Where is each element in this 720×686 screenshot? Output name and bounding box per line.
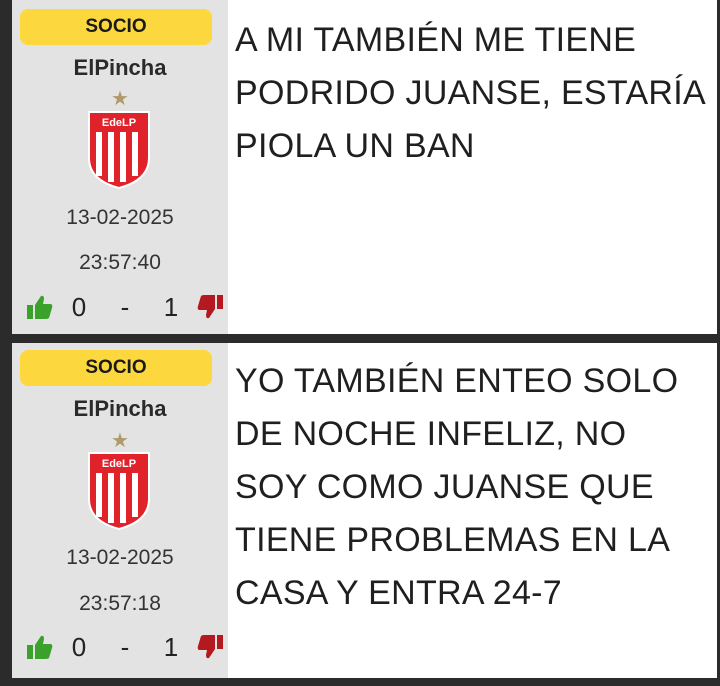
star-icon: ★ [111, 88, 129, 110]
post-time: 23:57:18 [79, 592, 161, 615]
username[interactable]: ElPincha [12, 396, 228, 422]
star-icon: ★ [111, 430, 129, 452]
crest-text: EdeLP [102, 458, 136, 470]
comment-card: SOCIO ElPincha ★ EdeLP 13-02-2025 23:57:… [12, 343, 717, 678]
member-badge: SOCIO [20, 9, 212, 45]
vote-bar: 0 - 1 [26, 289, 226, 325]
club-crest-icon: EdeLP [88, 111, 150, 190]
comment-text: A MI TAMBIÉN ME TIENE PODRIDO JUANSE, ES… [235, 21, 705, 165]
like-count: 0 [71, 631, 87, 662]
crest-text: EdeLP [102, 117, 136, 129]
post-date: 13-02-2025 [66, 206, 174, 229]
comment-text: YO TAMBIÉN ENTEO SOLO DE NOCHE INFELIZ, … [235, 362, 679, 612]
member-badge: SOCIO [20, 350, 212, 386]
dislike-count: 1 [163, 291, 179, 322]
vote-separator: - [120, 291, 130, 322]
username[interactable]: ElPincha [12, 55, 228, 81]
dislike-count: 1 [163, 631, 179, 662]
club-crest-icon: EdeLP [88, 452, 150, 531]
post-date: 13-02-2025 [66, 546, 174, 569]
thumbs-up-icon[interactable] [26, 634, 54, 660]
thumbs-down-icon[interactable] [196, 634, 224, 660]
like-count: 0 [71, 291, 87, 322]
vote-bar: 0 - 1 [26, 629, 226, 665]
author-panel: SOCIO ElPincha ★ EdeLP 13-02-2025 23:57:… [12, 0, 228, 334]
post-time: 23:57:40 [79, 251, 161, 274]
vote-separator: - [120, 631, 130, 662]
thumbs-up-icon[interactable] [26, 294, 54, 320]
author-panel: SOCIO ElPincha ★ EdeLP 13-02-2025 23:57:… [12, 343, 228, 678]
comment-feed: SOCIO ElPincha ★ EdeLP 13-02-2025 23:57:… [0, 0, 720, 686]
comment-card: SOCIO ElPincha ★ EdeLP 13-02-2025 23:57:… [12, 0, 717, 334]
thumbs-down-icon[interactable] [196, 294, 224, 320]
